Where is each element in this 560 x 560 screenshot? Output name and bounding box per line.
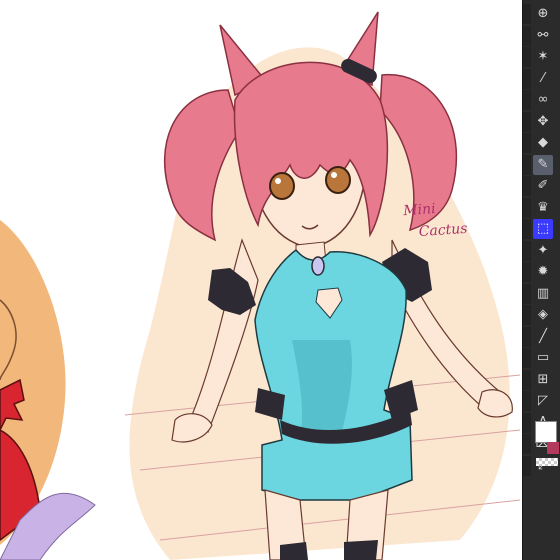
brush-icon[interactable]: ♛ <box>533 198 553 218</box>
tool-row[interactable]: ◆ <box>523 133 560 153</box>
tool-row[interactable]: ◸ <box>523 391 560 411</box>
move-icon[interactable]: ✥ <box>533 112 553 132</box>
tool-row[interactable]: ⊕ <box>523 4 560 24</box>
pencil-icon[interactable]: ✐ <box>533 176 553 196</box>
tool-row-gutter <box>523 25 531 46</box>
tool-row-gutter <box>523 348 531 368</box>
eraser-icon[interactable]: ◆ <box>533 133 553 153</box>
annotation-line-2: Cactus <box>418 220 468 241</box>
tool-row[interactable]: ✥ <box>523 111 560 132</box>
tool-row-gutter <box>523 305 531 325</box>
tool-row[interactable]: ✹ <box>523 262 560 282</box>
tool-row-gutter <box>523 369 531 390</box>
tool-row-gutter <box>523 240 531 261</box>
tool-row-gutter <box>523 133 531 153</box>
zoom-icon[interactable]: ⊕ <box>533 4 553 24</box>
tool-row[interactable]: ⁄ <box>523 68 560 89</box>
gem <box>311 256 325 276</box>
eyedropper-icon[interactable]: ⁄ <box>533 69 553 89</box>
tool-row[interactable]: ◈ <box>523 305 560 325</box>
transparent-color-swatch[interactable] <box>536 458 558 466</box>
tool-row[interactable]: ✶ <box>523 47 560 67</box>
blend-icon[interactable]: ✹ <box>533 262 553 282</box>
tool-row[interactable]: ▥ <box>523 283 560 304</box>
tool-palette: ⊕⚯✶⁄∞✥◆✎✐♛⬚✦✹▥◈╱▭⊞◸A⌧⤢ <box>522 0 560 560</box>
tool-row[interactable]: ⬚ <box>523 219 560 239</box>
tool-row[interactable]: ╱ <box>523 326 560 347</box>
main-color-swatch[interactable] <box>535 421 557 443</box>
tool-row-gutter <box>523 154 531 175</box>
tool-row-gutter <box>523 283 531 304</box>
tool-row-gutter <box>523 176 531 196</box>
tool-row-gutter <box>523 326 531 347</box>
tool-row-gutter <box>523 68 531 89</box>
handwritten-annotation: Mini Cactus <box>403 196 469 244</box>
tool-row-gutter <box>523 90 531 110</box>
frame-icon[interactable]: ⊞ <box>533 370 553 390</box>
tool-row-gutter <box>523 455 531 476</box>
left-eye <box>269 172 295 200</box>
tool-row-gutter <box>523 4 531 24</box>
gradient-icon[interactable]: ▥ <box>533 284 553 304</box>
app-window: Mini Cactus ⊕⚯✶⁄∞✥◆✎✐♛⬚✦✹▥◈╱▭⊞◸A⌧⤢ <box>0 0 560 560</box>
sparkle-icon[interactable]: ✶ <box>533 47 553 67</box>
tool-row[interactable]: ✦ <box>523 240 560 261</box>
right-eye <box>325 166 351 194</box>
tool-row-gutter <box>523 434 531 454</box>
tool-row-gutter <box>523 262 531 282</box>
sub-color-swatch[interactable] <box>547 442 559 454</box>
tool-row[interactable]: ∞ <box>523 90 560 110</box>
drawing-canvas[interactable]: Mini Cactus <box>0 0 522 560</box>
tool-row-gutter <box>523 391 531 411</box>
right-stocking <box>344 540 378 560</box>
line-icon[interactable]: ╱ <box>533 327 553 347</box>
tool-row[interactable]: ✎ <box>523 154 560 175</box>
decoration-icon[interactable]: ✦ <box>533 241 553 261</box>
lasso-icon[interactable]: ∞ <box>533 90 553 110</box>
tool-row[interactable]: ⚯ <box>523 25 560 46</box>
left-stocking <box>280 542 308 560</box>
figure-icon[interactable]: ▭ <box>533 348 553 368</box>
tool-row[interactable]: ⊞ <box>523 369 560 390</box>
tool-row-gutter <box>523 219 531 239</box>
tool-row[interactable]: ♛ <box>523 197 560 218</box>
tool-row-gutter <box>523 111 531 132</box>
move-view-icon[interactable]: ⚯ <box>533 26 553 46</box>
artwork-layer <box>0 11 521 560</box>
fill-icon[interactable]: ◈ <box>533 305 553 325</box>
airbrush-icon[interactable]: ⬚ <box>533 219 553 239</box>
tool-row-gutter <box>523 47 531 67</box>
tool-row[interactable]: ▭ <box>523 348 560 368</box>
tool-row-gutter <box>523 412 531 433</box>
ruler-icon[interactable]: ◸ <box>533 391 553 411</box>
pen-icon[interactable]: ✎ <box>533 154 553 175</box>
tool-row-gutter <box>523 197 531 218</box>
tool-row[interactable]: ✐ <box>523 176 560 196</box>
